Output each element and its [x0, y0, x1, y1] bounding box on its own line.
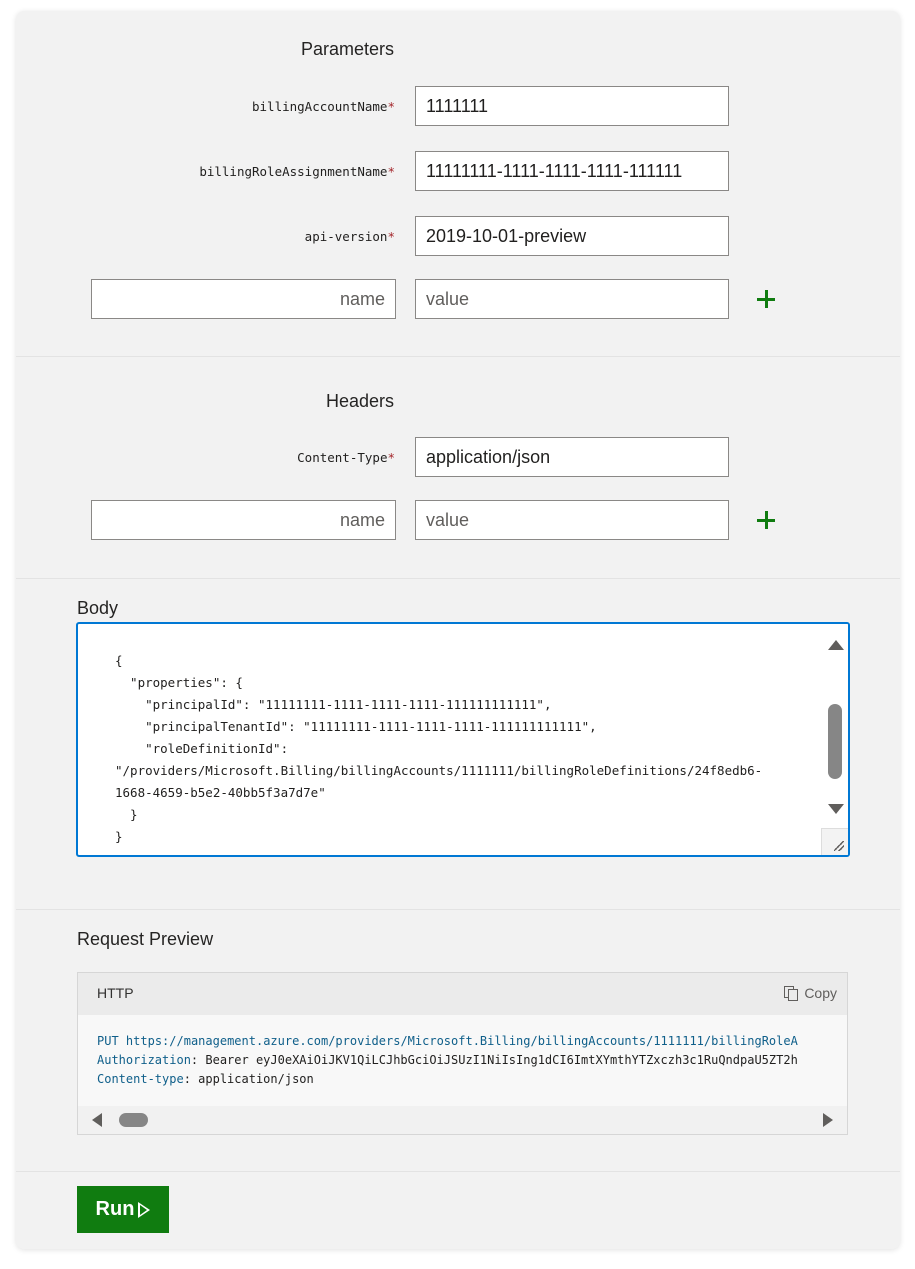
- run-button[interactable]: Run: [77, 1186, 169, 1233]
- http-tab-label: HTTP: [97, 985, 134, 1001]
- code-line: "roleDefinitionId":: [115, 741, 289, 756]
- request-line: PUT https://management.azure.com/provide…: [97, 1034, 798, 1048]
- scroll-left-arrow-icon[interactable]: [92, 1113, 102, 1127]
- code-line: "/providers/Microsoft.Billing/billingAcc…: [115, 763, 763, 778]
- param-label-billing-role-assignment-name: billingRoleAssignmentName*: [199, 164, 395, 179]
- code-line: 1668-4659-b5e2-40bb5f3a7d7e": [115, 785, 326, 800]
- new-parameter-value-input[interactable]: [415, 279, 729, 319]
- add-header-plus-icon[interactable]: [756, 510, 776, 530]
- body-editor[interactable]: { "properties": { "principalId": "111111…: [76, 622, 850, 857]
- divider: [16, 578, 900, 579]
- billing-role-assignment-name-input[interactable]: [415, 151, 729, 191]
- scroll-thumb[interactable]: [119, 1113, 148, 1127]
- content-type-input[interactable]: [415, 437, 729, 477]
- preview-header: HTTP Copy: [78, 973, 847, 1015]
- parameters-title: Parameters: [301, 39, 395, 59]
- billing-account-name-input[interactable]: [415, 86, 729, 126]
- scroll-down-arrow-icon[interactable]: [828, 804, 844, 814]
- scroll-right-arrow-icon[interactable]: [823, 1113, 833, 1127]
- authorization-line: Authorization: Bearer eyJ0eXAiOiJKV1QiLC…: [97, 1053, 798, 1067]
- code-line: "principalTenantId": "11111111-1111-1111…: [115, 719, 597, 734]
- headers-title: Headers: [326, 391, 395, 411]
- add-parameter-plus-icon[interactable]: [756, 289, 776, 309]
- divider: [16, 356, 900, 357]
- copy-icon: [784, 986, 799, 1001]
- code-line: }: [115, 829, 123, 844]
- content-type-line: Content-type: application/json: [97, 1072, 314, 1086]
- code-line: "principalId": "11111111-1111-1111-1111-…: [115, 697, 552, 712]
- request-preview-title: Request Preview: [77, 929, 214, 949]
- copy-label: Copy: [804, 985, 837, 1001]
- body-code[interactable]: { "properties": { "principalId": "111111…: [115, 650, 805, 848]
- request-preview-text: PUT https://management.azure.com/provide…: [97, 1032, 798, 1089]
- param-label-api-version: api-version*: [304, 229, 395, 244]
- scroll-up-arrow-icon[interactable]: [828, 640, 844, 650]
- scroll-thumb[interactable]: [828, 704, 842, 779]
- divider: [16, 909, 900, 910]
- run-label: Run: [95, 1198, 135, 1220]
- code-line: {: [115, 653, 123, 668]
- divider: [16, 1171, 900, 1172]
- new-header-value-input[interactable]: [415, 500, 729, 540]
- play-icon: [138, 1201, 151, 1218]
- try-it-panel: Parameters billingAccountName* billingRo…: [16, 11, 900, 1249]
- code-line: "properties": {: [115, 675, 243, 690]
- code-line: }: [115, 807, 138, 822]
- body-vertical-scrollbar[interactable]: [822, 624, 848, 855]
- request-preview-box: HTTP Copy PUT https://management.azure.c…: [77, 972, 848, 1135]
- preview-horizontal-scrollbar[interactable]: [78, 1106, 847, 1134]
- body-title: Body: [77, 598, 119, 618]
- new-parameter-name-input[interactable]: [91, 279, 396, 319]
- header-label-content-type: Content-Type*: [297, 450, 395, 465]
- new-header-name-input[interactable]: [91, 500, 396, 540]
- param-label-billing-account-name: billingAccountName*: [252, 99, 395, 114]
- api-version-input[interactable]: [415, 216, 729, 256]
- resize-handle-icon[interactable]: [821, 828, 848, 855]
- copy-button[interactable]: Copy: [784, 985, 837, 1001]
